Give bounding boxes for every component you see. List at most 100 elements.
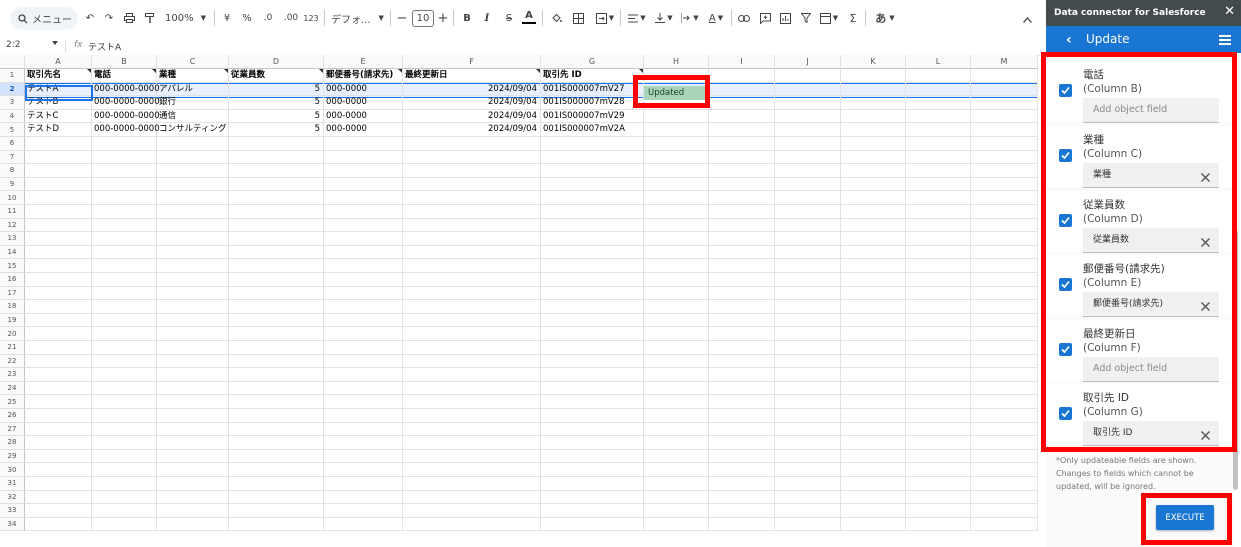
grid-cell[interactable]: [157, 436, 229, 450]
grid-cell[interactable]: [92, 286, 157, 301]
grid-cell[interactable]: [906, 123, 971, 137]
grid-cell[interactable]: [541, 205, 644, 219]
grid-cell[interactable]: [841, 341, 906, 355]
grid-cell[interactable]: [775, 477, 841, 491]
grid-cell[interactable]: [841, 477, 906, 491]
grid-cell[interactable]: [841, 218, 906, 233]
grid-cell[interactable]: [92, 327, 157, 341]
grid-cell[interactable]: [324, 232, 403, 246]
row-header[interactable]: 15: [0, 259, 25, 273]
grid-cell[interactable]: [25, 191, 92, 205]
grid-cell[interactable]: [25, 341, 92, 355]
grid-cell[interactable]: [841, 177, 906, 192]
grid-cell[interactable]: [541, 218, 644, 233]
row-header[interactable]: 5: [0, 123, 25, 137]
grid-cell[interactable]: [709, 477, 775, 491]
grid-cell[interactable]: [644, 232, 709, 246]
grid-cell[interactable]: [157, 150, 229, 165]
grid-cell[interactable]: [709, 368, 775, 382]
grid-cell[interactable]: [644, 341, 709, 355]
chevron-up-icon[interactable]: [1021, 11, 1033, 29]
grid-cell[interactable]: [841, 409, 906, 423]
grid-cell[interactable]: [541, 259, 644, 273]
grid-cell[interactable]: [403, 327, 541, 341]
grid-cell[interactable]: [709, 517, 775, 532]
grid-cell[interactable]: [25, 313, 92, 328]
grid-cell[interactable]: [906, 273, 971, 287]
grid-cell[interactable]: [403, 341, 541, 355]
grid-cell[interactable]: [906, 517, 971, 532]
column-header[interactable]: D: [229, 55, 324, 69]
print-icon[interactable]: [122, 9, 136, 27]
grid-cell[interactable]: [229, 368, 324, 382]
grid-cell[interactable]: [229, 409, 324, 423]
column-header[interactable]: H: [644, 55, 709, 69]
grid-cell[interactable]: [906, 205, 971, 219]
grid-cell[interactable]: 001IS000007mV28: [541, 96, 644, 110]
grid-cell[interactable]: [92, 368, 157, 382]
name-box[interactable]: 2:2: [6, 40, 20, 50]
grid-cell[interactable]: [775, 422, 841, 437]
grid-cell[interactable]: [775, 218, 841, 233]
grid-cell[interactable]: [25, 449, 92, 464]
grid-cell[interactable]: [541, 327, 644, 341]
grid-cell[interactable]: [775, 259, 841, 273]
grid-cell[interactable]: [971, 205, 1038, 219]
grid-cell[interactable]: [403, 395, 541, 409]
grid-cell[interactable]: [841, 245, 906, 260]
grid-cell[interactable]: [92, 218, 157, 233]
grid-cell[interactable]: [157, 191, 229, 205]
grid-cell[interactable]: [971, 381, 1038, 396]
grid-cell[interactable]: [25, 490, 92, 505]
grid-cell[interactable]: [25, 205, 92, 219]
grid-cell[interactable]: [229, 313, 324, 328]
grid-cell[interactable]: [775, 123, 841, 137]
column-header[interactable]: C: [157, 55, 229, 69]
grid-cell[interactable]: [709, 205, 775, 219]
grid-cell[interactable]: [709, 313, 775, 328]
grid-cell[interactable]: [775, 504, 841, 518]
grid-cell[interactable]: [644, 259, 709, 273]
row-header[interactable]: 20: [0, 327, 25, 341]
grid-cell[interactable]: [324, 436, 403, 450]
grid-cell[interactable]: [971, 436, 1038, 450]
bold-button[interactable]: B: [461, 9, 473, 27]
grid-cell[interactable]: 000-0000: [324, 96, 403, 110]
grid-cell[interactable]: [229, 259, 324, 273]
input-tools-button[interactable]: あ ▼: [872, 9, 898, 27]
row-header[interactable]: 29: [0, 449, 25, 464]
filter-indicator-icon[interactable]: [398, 69, 402, 73]
grid-cell[interactable]: [644, 109, 709, 124]
grid-cell[interactable]: [841, 327, 906, 341]
grid-cell[interactable]: [25, 150, 92, 165]
paint-format-icon[interactable]: [143, 9, 157, 27]
grid-cell[interactable]: [25, 517, 92, 532]
number-format-button[interactable]: 123: [303, 9, 319, 27]
grid-cell[interactable]: [92, 490, 157, 505]
grid-cell[interactable]: [541, 422, 644, 437]
text-rotation-icon[interactable]: A ▼: [705, 9, 727, 27]
grid-cell[interactable]: [906, 422, 971, 437]
grid-cell[interactable]: [403, 490, 541, 505]
grid-cell[interactable]: [644, 436, 709, 450]
grid-cell[interactable]: [324, 490, 403, 505]
filter-views-icon[interactable]: ▼: [817, 9, 841, 27]
grid-cell[interactable]: [709, 341, 775, 355]
grid-cell[interactable]: テストC: [25, 109, 92, 124]
grid-cell[interactable]: [324, 449, 403, 464]
grid-cell[interactable]: [25, 286, 92, 301]
grid-cell[interactable]: [971, 422, 1038, 437]
grid-cell[interactable]: [906, 109, 971, 124]
row-header[interactable]: 2: [0, 82, 25, 97]
grid-cell[interactable]: [644, 313, 709, 328]
grid-cell[interactable]: [541, 463, 644, 477]
grid-cell[interactable]: [775, 286, 841, 301]
grid-cell[interactable]: [709, 218, 775, 233]
grid-cell[interactable]: [841, 232, 906, 246]
column-header[interactable]: E: [324, 55, 403, 69]
grid-cell[interactable]: [403, 477, 541, 491]
spreadsheet-grid[interactable]: A B C D E F G H I J K L M 1 取引先名 電話 業種 従業員数 郵便番号(請求先) 最終更新日…: [0, 55, 1038, 547]
grid-cell[interactable]: 2024/09/04: [403, 123, 541, 137]
row-header[interactable]: 34: [0, 517, 25, 532]
grid-cell[interactable]: [92, 449, 157, 464]
